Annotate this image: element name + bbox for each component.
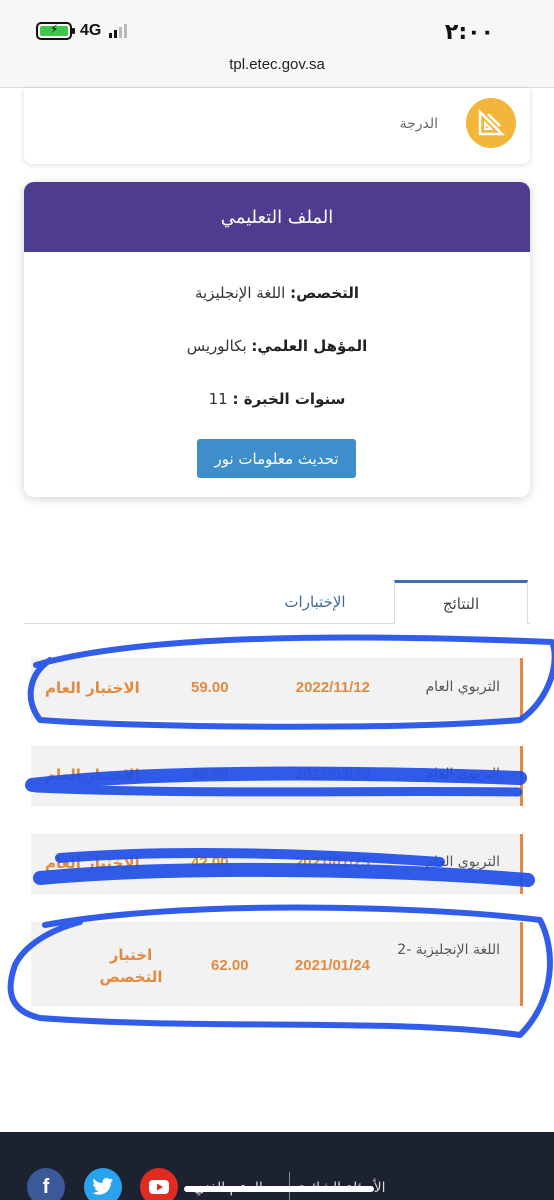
youtube-play-icon[interactable] [140,1168,178,1200]
tab-results[interactable]: النتائج [394,580,528,625]
result-date: 2021/03/20 [294,766,370,783]
facebook-icon[interactable]: f [27,1168,65,1200]
experience-row: سنوات الخبرة : 11 [24,390,530,408]
experience-value: 11 [208,390,228,408]
signal-icon [109,24,128,38]
result-date: 2021/01/24 [294,957,370,974]
profile-title: الملف التعليمي [24,182,530,252]
education-profile-card: الملف التعليمي التخصص: اللغة الإنجليزية … [24,182,530,497]
result-type: الاختبار العام [45,854,140,872]
result-score: 42.00 [191,854,229,871]
twitter-bird-icon[interactable] [84,1168,122,1200]
result-score: 59.00 [191,679,229,696]
major-row: التخصص: اللغة الإنجليزية [24,284,530,302]
result-type: الاختبار العام [45,679,140,697]
tab-exams[interactable]: الإختبارات [260,580,370,624]
battery-icon [36,22,75,40]
result-subject: التربوي العام [425,679,500,695]
qualification-label: المؤهل العلمي: [251,337,368,355]
result-date: 2022/11/12 [295,679,370,696]
degree-card: الدرجة [24,88,530,164]
status-icons: 4G [36,22,128,40]
result-score: 62.00 [211,957,249,974]
degree-label: الدرجة [399,116,438,132]
major-value: اللغة الإنجليزية [194,284,286,302]
result-type: الاختبار العام [45,766,140,784]
experience-label: سنوات الخبرة : [232,390,346,408]
status-time: ٢:٠٠ [444,20,494,45]
result-row: التربوي العام 2021/03/20 48.00 الاختبار … [31,746,523,806]
ruler-triangle-icon [466,98,516,148]
result-score: 48.00 [191,766,229,783]
update-noor-button[interactable]: تحديث معلومات نور [197,439,356,478]
result-row: اللغة الإنجليزية -2 2021/01/24 62.00 اخت… [31,922,523,1006]
result-row: التربوي العام 2021/01/25 42.00 الاختبار … [31,834,523,894]
network-type: 4G [80,22,102,39]
qualification-row: المؤهل العلمي: بكالوريس [24,337,530,355]
qualification-value: بكالوريس [186,337,247,355]
result-subject: التربوي العام [425,854,500,870]
result-date: 2021/01/25 [294,854,370,871]
browser-status-bar: 4G ٢:٠٠ tpl.etec.gov.sa [0,0,554,88]
result-row: التربوي العام 2022/11/12 59.00 الاختبار … [31,658,523,720]
result-subject: التربوي العام [425,766,500,782]
major-label: التخصص: [290,284,360,302]
home-indicator [184,1186,374,1192]
result-subject: اللغة الإنجليزية -2 [397,942,500,958]
url-bar[interactable]: tpl.etec.gov.sa [0,56,554,73]
results-tabs: النتائج الإختبارات [24,580,530,625]
result-type: اختبار التخصص [99,946,163,986]
